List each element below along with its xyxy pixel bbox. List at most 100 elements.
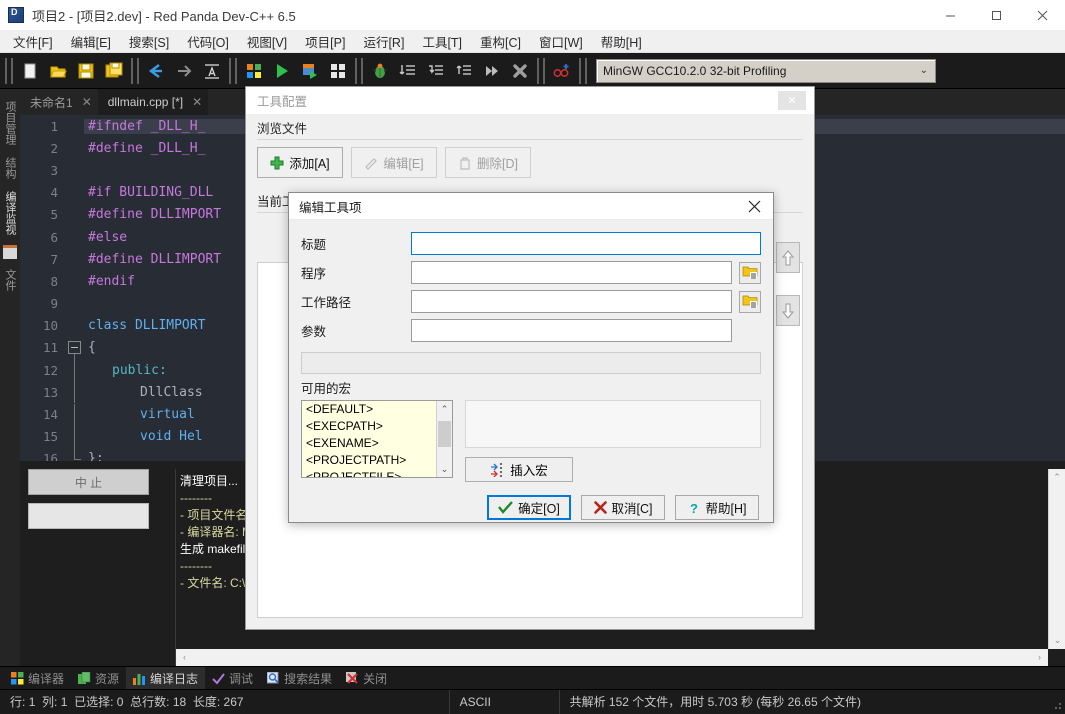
- menu-run[interactable]: 运行[R]: [354, 29, 413, 54]
- resize-grip-icon[interactable]: [1050, 698, 1062, 710]
- fold-toggle-icon[interactable]: [68, 341, 81, 354]
- new-file-button[interactable]: [16, 57, 44, 85]
- macro-list-item[interactable]: <EXENAME>: [302, 435, 452, 452]
- macro-list-item[interactable]: <DEFAULT>: [302, 401, 452, 418]
- compile-button[interactable]: [240, 57, 268, 85]
- bars-icon: [133, 672, 146, 685]
- tool-config-close-button[interactable]: ✕: [778, 91, 806, 110]
- parameters-field[interactable]: [411, 319, 732, 342]
- sidebar-item-structure[interactable]: 结构: [0, 151, 20, 185]
- bottom-tab-resource[interactable]: 资源: [71, 667, 126, 690]
- toolbar-grip-5[interactable]: [537, 58, 545, 84]
- step-out-button[interactable]: [450, 57, 478, 85]
- menu-code[interactable]: 代码[O]: [178, 29, 238, 54]
- minimize-button[interactable]: [927, 0, 973, 30]
- working-dir-field[interactable]: [411, 290, 732, 313]
- cancel-button[interactable]: 取消[C]: [581, 495, 665, 520]
- scroll-down-icon[interactable]: ⌄: [437, 461, 452, 477]
- edit-dialog-close-button[interactable]: [745, 197, 764, 216]
- delete-tool-button[interactable]: 删除[D]: [445, 147, 531, 178]
- program-field[interactable]: [411, 261, 732, 284]
- working-dir-browse-button[interactable]: [739, 291, 761, 313]
- add-watch-button[interactable]: [548, 57, 576, 85]
- editor-tab-dllmain[interactable]: dllmain.cpp [*] ✕: [98, 89, 208, 115]
- menu-edit[interactable]: 编辑[E]: [62, 29, 120, 54]
- save-button[interactable]: [72, 57, 100, 85]
- edit-tool-button[interactable]: 编辑[E]: [351, 147, 437, 178]
- step-over-button[interactable]: [394, 57, 422, 85]
- menu-window[interactable]: 窗口[W]: [530, 29, 592, 54]
- sidebar-item-watch[interactable]: 编译监视: [0, 185, 20, 241]
- menu-search[interactable]: 搜索[S]: [120, 29, 178, 54]
- toolbar-grip-2[interactable]: [131, 58, 139, 84]
- run-button[interactable]: [268, 57, 296, 85]
- move-up-button[interactable]: [776, 242, 800, 273]
- scroll-left-icon[interactable]: ‹: [176, 649, 193, 666]
- compile-run-button[interactable]: [296, 57, 324, 85]
- bottom-tab-compiler[interactable]: 编译器: [4, 667, 71, 690]
- toolbar-grip[interactable]: [5, 58, 13, 84]
- help-button[interactable]: ? 帮助[H]: [675, 495, 759, 520]
- macro-list-scrollbar[interactable]: ⌃ ⌄: [436, 401, 452, 477]
- log-vertical-scrollbar[interactable]: ⌃ ⌄: [1048, 469, 1065, 649]
- program-browse-button[interactable]: [739, 262, 761, 284]
- rebuild-button[interactable]: [324, 57, 352, 85]
- program-field-row: 程序: [289, 258, 773, 287]
- move-down-button[interactable]: [776, 295, 800, 326]
- macro-list-item[interactable]: <PROJECTPATH>: [302, 452, 452, 469]
- menu-project[interactable]: 项目[P]: [296, 29, 354, 54]
- bottom-tab-search-results[interactable]: 搜索结果: [260, 667, 339, 690]
- bottom-tab-debug[interactable]: 调试: [205, 667, 260, 690]
- insert-macro-icon: [490, 463, 505, 477]
- grid-icon: [11, 672, 24, 685]
- back-button[interactable]: [142, 57, 170, 85]
- add-tool-button[interactable]: 添加[A]: [257, 147, 343, 178]
- scroll-up-icon[interactable]: ⌃: [1049, 469, 1065, 486]
- save-all-button[interactable]: [100, 57, 128, 85]
- format-code-button[interactable]: [198, 57, 226, 85]
- stop-debug-button[interactable]: [506, 57, 534, 85]
- menu-view[interactable]: 视图[V]: [238, 29, 296, 54]
- toolbar-grip-6[interactable]: [579, 58, 587, 84]
- sidebar-item-project[interactable]: 项目管理: [0, 95, 20, 151]
- step-into-button[interactable]: [422, 57, 450, 85]
- insert-macro-label: 插入宏: [510, 460, 548, 479]
- abort-button[interactable]: 中 止: [28, 469, 149, 495]
- macro-list-item[interactable]: <PROJECTFILE>: [302, 469, 452, 478]
- maximize-button[interactable]: [973, 0, 1019, 30]
- ok-button[interactable]: 确定[O]: [487, 495, 571, 520]
- menu-refactor[interactable]: 重构[C]: [471, 29, 530, 54]
- toolbar-grip-4[interactable]: [355, 58, 363, 84]
- title-field[interactable]: [411, 232, 761, 255]
- macro-list-item[interactable]: <EXECPATH>: [302, 418, 452, 435]
- menu-help[interactable]: 帮助[H]: [592, 29, 651, 54]
- fast-forward-icon: [483, 62, 501, 80]
- scroll-up-icon[interactable]: ⌃: [437, 401, 452, 417]
- line-number: 3: [20, 163, 68, 178]
- scrollbar-thumb[interactable]: [438, 421, 451, 447]
- continue-button[interactable]: [478, 57, 506, 85]
- encoding-indicator[interactable]: ASCII: [449, 690, 559, 714]
- insert-macro-button[interactable]: 插入宏: [465, 457, 573, 482]
- forward-button[interactable]: [170, 57, 198, 85]
- bottom-tab-close[interactable]: 关闭: [339, 667, 394, 690]
- scroll-down-icon[interactable]: ⌄: [1049, 632, 1065, 649]
- menu-tools[interactable]: 工具[T]: [413, 29, 471, 54]
- compiler-set-combo[interactable]: MinGW GCC10.2.0 32-bit Profiling ⌄: [596, 59, 936, 83]
- sidebar-item-files[interactable]: 文件: [0, 263, 20, 297]
- close-button[interactable]: [1019, 0, 1065, 30]
- open-file-button[interactable]: [44, 57, 72, 85]
- macro-list[interactable]: <DEFAULT> <EXECPATH> <EXENAME> <PROJECTP…: [301, 400, 453, 478]
- line-number: 14: [20, 407, 68, 422]
- menu-file[interactable]: 文件[F]: [4, 29, 62, 54]
- scroll-right-icon[interactable]: ›: [1031, 649, 1048, 666]
- editor-tab-untitled[interactable]: 未命名1 ✕: [20, 89, 98, 115]
- toolbar-grip-3[interactable]: [229, 58, 237, 84]
- edit-dialog-title: 编辑工具项: [299, 197, 362, 216]
- close-icon[interactable]: ✕: [82, 95, 92, 109]
- log-horizontal-scrollbar[interactable]: ‹ ›: [176, 649, 1048, 666]
- debug-button[interactable]: [366, 57, 394, 85]
- bottom-tab-build-log[interactable]: 编译日志: [126, 667, 205, 690]
- watch-panel-icon: [3, 245, 17, 259]
- close-icon[interactable]: ✕: [192, 95, 202, 109]
